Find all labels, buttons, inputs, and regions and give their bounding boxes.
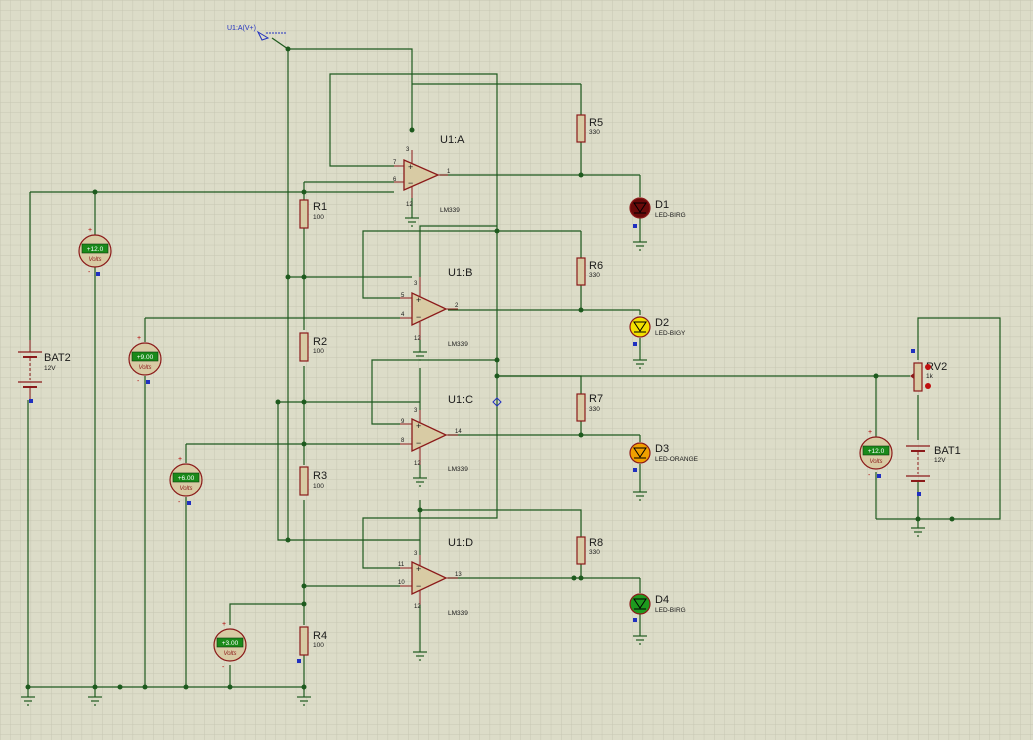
pin-number: 14 <box>455 429 462 435</box>
resistor-value: 100 <box>313 214 324 221</box>
meter-plus: + <box>88 227 92 234</box>
meter-unit: Volts <box>223 651 236 657</box>
resistor-name: R2 <box>313 336 327 348</box>
meter-plus: + <box>222 621 226 628</box>
resistor-value: 330 <box>589 129 600 136</box>
led-model: LED-BIGY <box>655 330 686 337</box>
battery-value: 12V <box>44 365 56 372</box>
probe-label: U1:A(V+) <box>227 25 256 32</box>
led-name: D3 <box>655 443 669 455</box>
meter-reading: +9.00 <box>137 354 154 361</box>
pin-number: 12 <box>414 461 421 467</box>
schematic-canvas[interactable]: U1:A(V+) + − U1:A LM339 7 6 1 3 12 + − U… <box>0 0 1033 740</box>
resistor-value: 100 <box>313 348 324 355</box>
battery-name: BAT2 <box>44 352 71 364</box>
meter-unit: Volts <box>179 486 192 492</box>
led-name: D1 <box>655 199 669 211</box>
svg-text:−: − <box>416 438 421 448</box>
battery-value: 12V <box>934 457 946 464</box>
resistor-value: 330 <box>589 406 600 413</box>
meter-unit: Volts <box>138 365 151 371</box>
pin-number: 13 <box>455 572 462 578</box>
meter-reading: +12.0 <box>87 246 104 253</box>
pot-value: 1k <box>926 373 934 380</box>
led-body <box>629 442 651 464</box>
resistor-name: R5 <box>589 117 603 129</box>
led-model: LED-BIRG <box>655 212 686 219</box>
adjust-up-button[interactable] <box>925 364 931 370</box>
resistor-name: R3 <box>313 470 327 482</box>
resistor-value: 330 <box>589 272 600 279</box>
meter-unit: Volts <box>869 459 882 465</box>
led-name: D4 <box>655 594 669 606</box>
pin-number: 12 <box>406 202 413 208</box>
meter-reading: +3.00 <box>222 640 239 647</box>
led-body <box>629 593 651 615</box>
led-body <box>629 316 651 338</box>
battery-name: BAT1 <box>934 445 961 457</box>
led-model: LED-ORANGE <box>655 456 699 463</box>
resistor-name: R6 <box>589 260 603 272</box>
pin-number: 10 <box>398 580 405 586</box>
led-body <box>629 197 651 219</box>
opamp-model: LM339 <box>440 207 460 214</box>
svg-text:−: − <box>416 581 421 591</box>
meter-plus: + <box>137 335 141 342</box>
opamp-model: LM339 <box>448 610 468 617</box>
pin-number: 12 <box>414 604 421 610</box>
resistor-value: 100 <box>313 483 324 490</box>
svg-text:−: − <box>408 178 413 188</box>
resistor-value: 100 <box>313 642 324 649</box>
resistor-name: R4 <box>313 630 327 642</box>
pin-number: 11 <box>398 562 405 568</box>
opamp-model: LM339 <box>448 466 468 473</box>
meter-unit: Volts <box>88 257 101 263</box>
svg-text:+: + <box>408 162 413 172</box>
resistor-name: R1 <box>313 201 327 213</box>
opamp-name: U1:A <box>440 134 465 146</box>
adjust-down-button[interactable] <box>925 383 931 389</box>
meter-reading: +6.00 <box>178 475 195 482</box>
opamp-name: U1:C <box>448 394 473 406</box>
meter-reading: +12.0 <box>868 448 885 455</box>
svg-text:−: − <box>416 312 421 322</box>
resistor-name: R7 <box>589 393 603 405</box>
opamp-model: LM339 <box>448 341 468 348</box>
resistor-value: 330 <box>589 549 600 556</box>
meter-plus: + <box>868 429 872 436</box>
led-name: D2 <box>655 317 669 329</box>
schematic[interactable]: U1:A(V+) + − U1:A LM339 7 6 1 3 12 + − U… <box>0 0 1033 740</box>
pin-number: 12 <box>414 336 421 342</box>
opamp-name: U1:B <box>448 267 472 279</box>
opamp-name: U1:D <box>448 537 473 549</box>
meter-plus: + <box>178 456 182 463</box>
led-model: LED-BIRG <box>655 607 686 614</box>
resistor-name: R8 <box>589 537 603 549</box>
